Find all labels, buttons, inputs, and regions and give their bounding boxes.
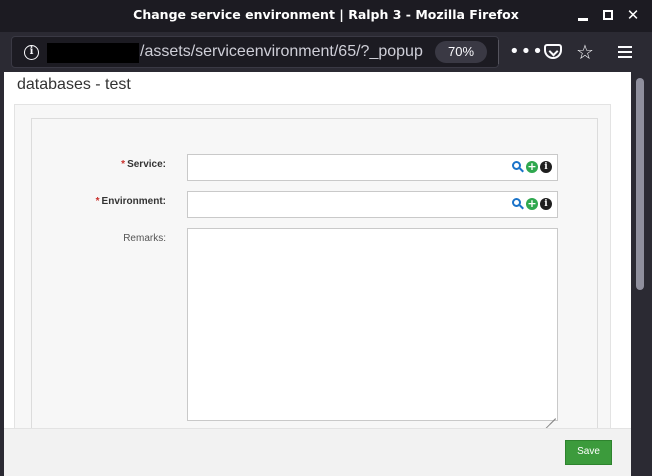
url-text[interactable]: /assets/serviceenvironment/65/?_popup [140,43,423,61]
scrollbar-thumb[interactable] [636,78,644,290]
service-label: * Service: [121,159,166,170]
required-marker: * [95,196,100,207]
star-icon[interactable]: ☆ [573,40,597,64]
details-icon[interactable]: i [540,198,552,210]
redacted-host [47,43,139,63]
environment-input[interactable]: + i [187,191,558,218]
navigation-toolbar: i /assets/serviceenvironment/65/?_popup … [0,32,652,72]
search-icon[interactable] [512,161,524,173]
menu-icon[interactable] [613,40,637,64]
window-title: Change service environment | Ralph 3 - M… [133,7,519,22]
toolbar-separator [498,40,499,64]
resize-handle-icon[interactable] [544,407,556,429]
vertical-scrollbar[interactable] [631,72,652,476]
form-panel: * Service: + i * Environment: + i Remark… [14,104,611,464]
add-icon[interactable]: + [526,198,538,210]
environment-label: * Environment: [95,196,166,207]
required-marker: * [121,159,126,170]
page-title: databases - test [17,76,131,93]
page-content: databases - test * Service: + i * Environm… [4,72,631,476]
remarks-textarea[interactable] [187,228,558,429]
zoom-indicator[interactable]: 70% [435,41,487,63]
maximize-icon [603,10,613,20]
close-button[interactable]: ✕ [625,7,641,23]
add-icon[interactable]: + [526,161,538,173]
form-fieldset: * Service: + i * Environment: + i Remark… [31,118,598,463]
more-icon[interactable]: ••• [509,40,543,64]
minimize-button[interactable] [575,7,591,23]
url-bar[interactable]: i /assets/serviceenvironment/65/?_popup … [11,36,499,68]
save-button[interactable]: Save [565,440,612,465]
maximize-button[interactable] [600,7,616,23]
details-icon[interactable]: i [540,161,552,173]
info-icon[interactable]: i [24,45,39,60]
minimize-icon [578,18,588,21]
service-input[interactable]: + i [187,154,558,181]
remarks-label: Remarks: [123,233,166,244]
search-icon[interactable] [512,198,524,210]
pocket-icon[interactable] [541,40,565,64]
window-titlebar: Change service environment | Ralph 3 - M… [0,0,652,32]
form-footer: Save [4,428,631,476]
